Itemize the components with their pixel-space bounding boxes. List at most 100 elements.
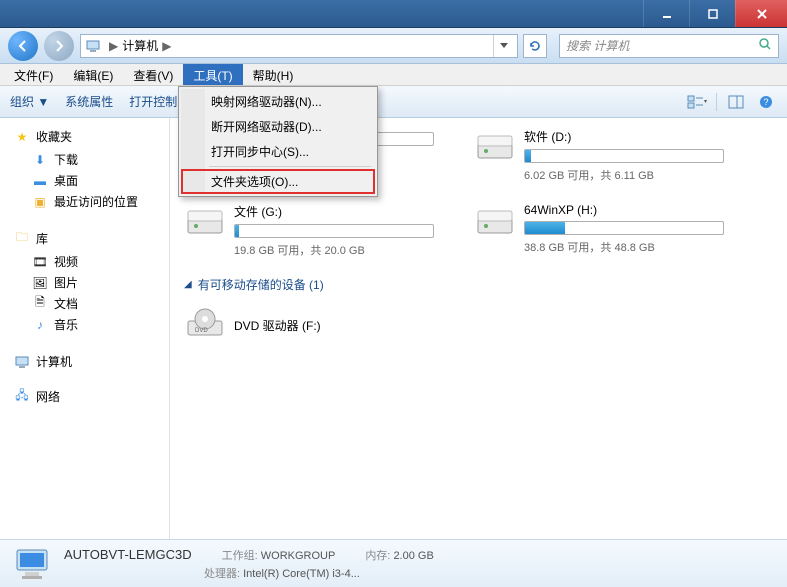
- search-placeholder: 搜索 计算机: [566, 37, 629, 54]
- view-options-button[interactable]: [686, 93, 708, 111]
- refresh-button[interactable]: [523, 34, 547, 58]
- menu-folder-options[interactable]: 文件夹选项(O)...: [181, 169, 375, 194]
- hdd-icon: [184, 203, 226, 245]
- sidebar-network[interactable]: 🖧 网络: [6, 388, 163, 405]
- drive-usage-bar: [524, 221, 724, 235]
- sidebar-downloads[interactable]: ⬇ 下载: [6, 149, 163, 170]
- menu-open-sync-center[interactable]: 打开同步中心(S)...: [181, 139, 375, 164]
- window-titlebar: [0, 0, 787, 28]
- status-computer-name: AUTOBVT-LEMGC3D: [64, 547, 192, 563]
- navigation-pane: ★收藏夹 ⬇下载 ▬桌面 ▣最近访问的位置 🗀库 🎞视频 🖼图片 🗎文档 ♪音乐…: [0, 118, 170, 539]
- forward-button[interactable]: [44, 31, 74, 61]
- collapse-triangle-icon: ◢: [184, 279, 192, 290]
- desktop-icon: ▬: [32, 173, 48, 189]
- menu-bar: 文件(F) 编辑(E) 查看(V) 工具(T) 帮助(H): [0, 64, 787, 86]
- status-memory-label: 内存:: [365, 550, 390, 562]
- sidebar-label: 网络: [36, 388, 60, 405]
- organize-button[interactable]: 组织 ▼: [10, 93, 49, 110]
- command-bar: 组织 ▼ 系统属性 打开控制面板 ?: [0, 86, 787, 118]
- status-cpu-label: 处理器:: [204, 568, 240, 580]
- library-icon: 🗀: [14, 231, 30, 247]
- search-icon: [758, 37, 772, 54]
- star-icon: ★: [14, 129, 30, 145]
- sidebar-pictures[interactable]: 🖼图片: [6, 272, 163, 293]
- dropdown-separator: [209, 166, 371, 167]
- download-icon: ⬇: [32, 152, 48, 168]
- svg-text:DVD: DVD: [195, 328, 208, 334]
- breadcrumb-separator: ▶: [105, 39, 122, 53]
- toolbar-separator: [716, 93, 717, 111]
- menu-disconnect-network-drive[interactable]: 断开网络驱动器(D)...: [181, 114, 375, 139]
- svg-text:?: ?: [763, 97, 768, 107]
- sidebar-label: 计算机: [36, 353, 72, 370]
- sidebar-desktop[interactable]: ▬ 桌面: [6, 170, 163, 191]
- sidebar-item-label: 视频: [54, 253, 78, 270]
- sidebar-item-label: 图片: [54, 274, 78, 291]
- sidebar-item-label: 音乐: [54, 316, 78, 333]
- sidebar-item-label: 下载: [54, 151, 78, 168]
- music-icon: ♪: [32, 317, 48, 333]
- search-input[interactable]: 搜索 计算机: [559, 34, 779, 58]
- menu-edit[interactable]: 编辑(E): [63, 64, 123, 85]
- video-icon: 🎞: [32, 254, 48, 270]
- drive-item[interactable]: 文件 (G:) 19.8 GB 可用，共 20.0 GB: [184, 203, 434, 258]
- dvd-drive-item[interactable]: DVD DVD 驱动器 (F:): [184, 305, 434, 347]
- drive-usage-bar: [524, 149, 724, 163]
- hdd-icon: [474, 203, 516, 245]
- network-icon: 🖧: [14, 389, 30, 405]
- recent-icon: ▣: [32, 194, 48, 210]
- breadcrumb-location[interactable]: 计算机: [122, 37, 158, 54]
- sidebar-computer[interactable]: 计算机: [6, 353, 163, 370]
- menu-tools[interactable]: 工具(T): [183, 64, 242, 85]
- sidebar-music[interactable]: ♪ 音乐: [6, 314, 163, 335]
- sidebar-recent[interactable]: ▣ 最近访问的位置: [6, 191, 163, 212]
- system-properties-button[interactable]: 系统属性: [65, 93, 113, 110]
- sidebar-videos[interactable]: 🎞 视频: [6, 251, 163, 272]
- address-bar[interactable]: ▶ 计算机 ▶: [80, 34, 518, 58]
- menu-view[interactable]: 查看(V): [123, 64, 183, 85]
- details-pane: AUTOBVT-LEMGC3D 工作组: WORKGROUP 内存: 2.00 …: [0, 539, 787, 587]
- drive-name: 软件 (D:): [524, 128, 724, 145]
- status-workgroup-value: WORKGROUP: [261, 550, 336, 562]
- drive-name: 文件 (G:): [234, 203, 434, 220]
- sidebar-favorites-header[interactable]: ★ 收藏夹: [6, 128, 163, 145]
- close-button[interactable]: [735, 0, 787, 27]
- drive-usage-bar: [234, 224, 434, 238]
- drive-item[interactable]: 64WinXP (H:) 38.8 GB 可用，共 48.8 GB: [474, 203, 724, 258]
- drive-stats: 38.8 GB 可用，共 48.8 GB: [524, 239, 724, 255]
- sidebar-documents[interactable]: 🗎 文档: [6, 293, 163, 314]
- help-button[interactable]: ?: [755, 93, 777, 111]
- breadcrumb-separator: ▶: [158, 39, 175, 53]
- drive-stats: 6.02 GB 可用，共 6.11 GB: [524, 167, 724, 183]
- hdd-icon: [474, 128, 516, 170]
- sidebar-libraries-header[interactable]: 🗀库: [6, 230, 163, 247]
- sidebar-item-label: 最近访问的位置: [54, 193, 138, 210]
- menu-map-network-drive[interactable]: 映射网络驱动器(N)...: [181, 89, 375, 114]
- computer-icon: [14, 354, 30, 370]
- drive-name: 64WinXP (H:): [524, 203, 724, 217]
- drive-item[interactable]: 软件 (D:) 6.02 GB 可用，共 6.11 GB: [474, 128, 724, 183]
- status-memory-value: 2.00 GB: [393, 550, 433, 562]
- sidebar-item-label: 桌面: [54, 172, 78, 189]
- tools-dropdown: 映射网络驱动器(N)... 断开网络驱动器(D)... 打开同步中心(S)...…: [178, 86, 378, 197]
- maximize-button[interactable]: [689, 0, 735, 27]
- document-icon: 🗎: [32, 296, 48, 312]
- computer-icon: [85, 38, 101, 54]
- drive-stats: 19.8 GB 可用，共 20.0 GB: [234, 242, 434, 258]
- navigation-bar: ▶ 计算机 ▶ 搜索 计算机: [0, 28, 787, 64]
- sidebar-label: 收藏夹: [36, 128, 72, 145]
- dvd-icon: DVD: [184, 305, 226, 347]
- minimize-button[interactable]: [643, 0, 689, 27]
- removable-devices-header[interactable]: ◢ 有可移动存储的设备 (1): [184, 268, 773, 299]
- drive-name: DVD 驱动器 (F:): [234, 317, 434, 334]
- address-dropdown[interactable]: [493, 35, 513, 57]
- sidebar-item-label: 文档: [54, 295, 78, 312]
- status-workgroup-label: 工作组:: [222, 550, 258, 562]
- menu-help[interactable]: 帮助(H): [243, 64, 304, 85]
- preview-pane-button[interactable]: [725, 93, 747, 111]
- computer-large-icon: [12, 544, 52, 584]
- sidebar-label: 库: [36, 230, 48, 247]
- back-button[interactable]: [8, 31, 38, 61]
- menu-file[interactable]: 文件(F): [4, 64, 63, 85]
- section-title: 有可移动存储的设备 (1): [198, 276, 324, 293]
